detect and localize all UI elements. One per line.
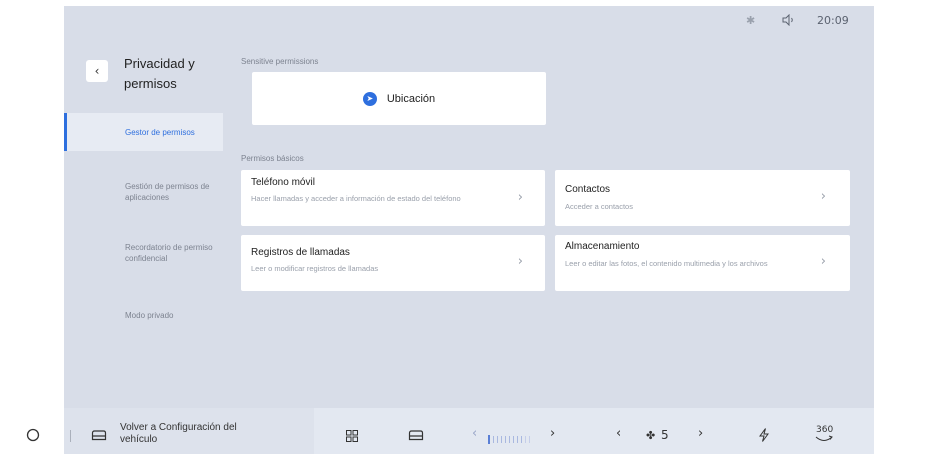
card-title: Teléfono móvil bbox=[251, 177, 315, 188]
location-label: Ubicación bbox=[386, 92, 436, 105]
chevron-right-icon: › bbox=[517, 254, 523, 269]
section-label-basic: Permisos básicos bbox=[241, 154, 304, 163]
view-360-label[interactable]: 360 bbox=[816, 425, 833, 435]
card-title: Almacenamiento bbox=[565, 241, 640, 252]
fan-increase-icon[interactable]: › bbox=[698, 426, 703, 441]
card-description: Hacer llamadas y acceder a información d… bbox=[251, 194, 461, 203]
temperature-slider[interactable] bbox=[488, 430, 544, 444]
temp-decrease-icon[interactable]: ‹ bbox=[472, 426, 477, 441]
card-title: Registros de llamadas bbox=[251, 247, 350, 258]
settings-display: ✱ 20:09 ‹ Privacidad y permisos Gestor d… bbox=[64, 6, 874, 408]
chevron-right-icon: › bbox=[517, 190, 523, 205]
chevron-left-icon: ‹ bbox=[94, 64, 100, 78]
page-title: Privacidad y permisos bbox=[124, 56, 195, 91]
divider bbox=[70, 430, 71, 442]
sidebar-item-app-permissions[interactable]: Gestión de permisos de aplicaciones bbox=[64, 181, 223, 203]
chevron-right-icon: › bbox=[820, 189, 826, 204]
card-description: Leer o editar las fotos, el contenido mu… bbox=[565, 259, 768, 268]
location-permission-card[interactable]: ➤ Ubicación bbox=[252, 72, 546, 125]
chevron-right-icon: › bbox=[820, 254, 826, 269]
location-arrow-icon: ➤ bbox=[362, 91, 377, 106]
fan-icon: ✤ bbox=[646, 429, 656, 442]
temp-increase-icon[interactable]: › bbox=[550, 426, 555, 441]
bluetooth-icon: ✱ bbox=[746, 14, 756, 27]
volume-icon[interactable] bbox=[782, 14, 796, 26]
sidebar-item-label: Recordatorio de permiso confidencial bbox=[125, 243, 213, 263]
car-icon[interactable] bbox=[91, 429, 107, 441]
lightning-icon[interactable] bbox=[758, 428, 770, 442]
dock-controls-panel bbox=[314, 408, 874, 454]
call-log-permission-card[interactable]: Registros de llamadas Leer o modificar r… bbox=[241, 235, 545, 291]
sidebar-item-confidential-reminder[interactable]: Recordatorio de permiso confidencial bbox=[64, 242, 223, 264]
contacts-permission-card[interactable]: Contactos Acceder a contactos › bbox=[555, 170, 850, 226]
phone-permission-card[interactable]: Teléfono móvil Hacer llamadas y acceder … bbox=[241, 170, 545, 226]
sidebar-item-private-mode[interactable]: Modo privado bbox=[64, 310, 223, 321]
sidebar-item-label: Gestión de permisos de aplicaciones bbox=[125, 182, 210, 202]
card-title: Contactos bbox=[565, 184, 611, 195]
storage-permission-card[interactable]: Almacenamiento Leer o editar las fotos, … bbox=[555, 235, 850, 291]
back-to-vehicle-settings-button[interactable]: Volver a Configuración del vehículo bbox=[120, 422, 260, 446]
screen: ✱ 20:09 ‹ Privacidad y permisos Gestor d… bbox=[0, 0, 926, 454]
card-description: Acceder a contactos bbox=[565, 202, 633, 211]
fan-decrease-icon[interactable]: ‹ bbox=[616, 426, 621, 441]
card-description: Leer o modificar registros de llamadas bbox=[251, 264, 379, 273]
vehicle-dock: Volver a Configuración del vehículo ‹ › … bbox=[26, 408, 874, 454]
apps-grid-icon[interactable] bbox=[346, 430, 358, 442]
sidebar-item-permission-manager[interactable]: Gestor de permisos bbox=[64, 113, 223, 151]
section-label-sensitive: Sensitive permissions bbox=[241, 57, 319, 66]
back-button[interactable]: ‹ bbox=[86, 60, 108, 82]
fan-speed-value: 5 bbox=[661, 428, 669, 442]
clock: 20:09 bbox=[817, 14, 849, 27]
seat-icon[interactable] bbox=[408, 429, 424, 441]
circle-home-icon[interactable] bbox=[26, 428, 40, 442]
sidebar-item-label: Gestor de permisos bbox=[125, 127, 195, 137]
sidebar-item-label: Modo privado bbox=[125, 311, 174, 320]
rotate-360-icon bbox=[815, 435, 833, 441]
